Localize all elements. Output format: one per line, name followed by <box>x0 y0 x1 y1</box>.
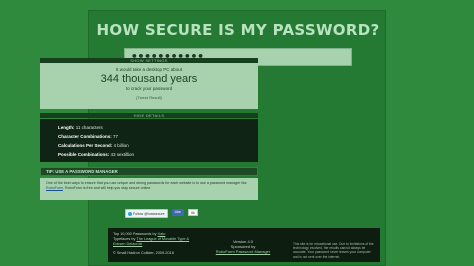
footer-credits: Top 10,000 Passwords by Xato Typefaces b… <box>113 232 193 256</box>
result-suffix: to crack your password <box>125 86 173 91</box>
detail-label: Character Combinations: <box>58 134 112 139</box>
league-link[interactable]: The League of Movable Type & <box>136 237 189 241</box>
twitter-bird-icon <box>128 211 132 216</box>
roboform-link[interactable]: RoboForm <box>46 186 63 190</box>
detail-value: 4 billion <box>113 143 129 148</box>
result-time: 344 thousand years <box>100 73 198 85</box>
twitter-follow-label: Follow @howsecure <box>133 211 165 216</box>
tweet-result-link[interactable]: [Tweet Result] <box>40 95 258 100</box>
detail-character-combinations: Character Combinations: 77 <box>58 134 118 139</box>
tip-title: TIP: USE A PASSWORD MANAGER <box>40 167 258 176</box>
detail-possible-combinations: Possible Combinations: 43 sextillion <box>58 152 134 157</box>
twitter-follow-button[interactable]: Follow @howsecure <box>125 209 168 218</box>
footer-version-block: Version 4.0 Sponsored by RoboForm Passwo… <box>203 239 283 254</box>
detail-value: 43 sextillion <box>110 152 135 157</box>
facebook-like-button[interactable]: Like <box>171 209 184 216</box>
page-title: HOW SECURE IS MY PASSWORD? <box>96 21 380 39</box>
result-panel: It would take a desktop PC about 344 tho… <box>40 63 258 109</box>
sponsor-link[interactable]: RoboForm Password Manager <box>216 249 270 254</box>
result-prefix: It would take a desktop PC about <box>115 67 183 72</box>
detail-value: 77 <box>113 134 119 139</box>
detail-label: Possible Combinations: <box>58 152 110 157</box>
hide-details-toggle[interactable]: HIDE DETAILS <box>40 113 258 118</box>
detail-label: Calculations Per Second: <box>58 143 113 148</box>
footer-text: Typefaces by <box>113 237 136 241</box>
detail-value: 11 characters <box>75 125 103 130</box>
social-buttons: Follow @howsecure Like 5k <box>125 209 198 218</box>
footer-copyright: © Small Hadron Collider, 2009-2018 <box>113 251 174 255</box>
tip-text: One of the best ways to ensure that you … <box>46 181 247 185</box>
details-panel: Length: 11 characters Character Combinat… <box>40 119 258 162</box>
tip-text-end: . RoboForm is free and will help you sta… <box>62 186 152 190</box>
xato-link[interactable]: Xato <box>158 232 166 236</box>
detail-length: Length: 11 characters <box>58 125 103 130</box>
detail-calculations-per-second: Calculations Per Second: 4 billion <box>58 143 129 148</box>
ecksen-link[interactable]: Ecksen Delacroix <box>113 242 142 246</box>
footer-disclaimer: This site is for educational use. Due to… <box>293 242 374 259</box>
like-count: 5k <box>188 209 198 216</box>
detail-label: Length: <box>58 125 75 130</box>
footer-text: Top 10,000 Passwords by <box>113 232 157 236</box>
tip-body: One of the best ways to ensure that you … <box>40 178 258 200</box>
footer: Top 10,000 Passwords by Xato Typefaces b… <box>108 228 380 262</box>
